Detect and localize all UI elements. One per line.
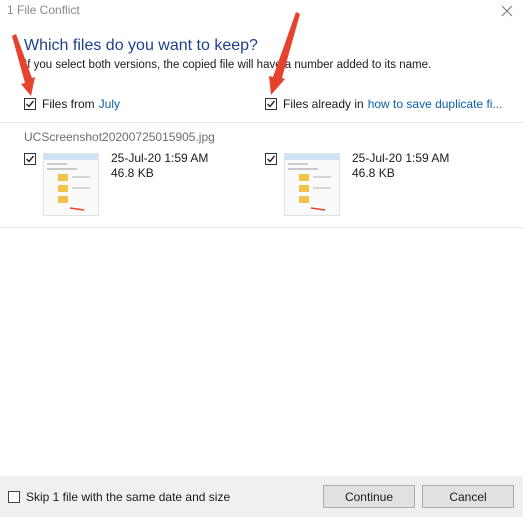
title-bar: 1 File Conflict: [0, 0, 523, 22]
left-column-checkbox[interactable]: [24, 98, 36, 110]
dialog-footer: Skip 1 file with the same date and size …: [0, 476, 523, 517]
annotation-arrow-icon: [12, 12, 300, 96]
right-column-location-link[interactable]: how to save duplicate fi...: [368, 97, 503, 111]
skip-checkbox[interactable]: [8, 491, 20, 503]
screenshot-thumbnail-icon: [285, 154, 339, 211]
left-file-checkbox[interactable]: [24, 153, 36, 165]
window-title: 1 File Conflict: [7, 3, 80, 17]
checkmark-icon: [267, 100, 276, 108]
checkmark-icon: [267, 155, 276, 163]
right-column-label: Files already in: [283, 97, 364, 111]
left-column-header: Files from July: [24, 97, 120, 111]
divider: [0, 227, 523, 228]
left-file-entry: 25-Jul-20 1:59 AM 46.8 KB: [24, 151, 208, 216]
file-name: UCScreenshot20200725015905.jpg: [24, 130, 215, 144]
right-file-checkbox[interactable]: [265, 153, 277, 165]
divider: [0, 122, 523, 123]
close-icon: [501, 5, 513, 17]
skip-label: Skip 1 file with the same date and size: [26, 490, 231, 504]
left-column-label: Files from: [42, 97, 95, 111]
cancel-button[interactable]: Cancel: [422, 485, 514, 508]
file-size: 46.8 KB: [352, 166, 395, 180]
dialog-subtext: If you select both versions, the copied …: [24, 59, 432, 71]
file-thumbnail[interactable]: [43, 153, 99, 216]
right-column-checkbox[interactable]: [265, 98, 277, 110]
file-thumbnail[interactable]: [284, 153, 340, 216]
file-size: 46.8 KB: [111, 166, 154, 180]
right-file-entry: 25-Jul-20 1:59 AM 46.8 KB: [265, 151, 449, 216]
right-file-meta: 25-Jul-20 1:59 AM 46.8 KB: [352, 151, 449, 216]
file-date: 25-Jul-20 1:59 AM: [352, 151, 450, 165]
skip-option: Skip 1 file with the same date and size: [8, 490, 230, 504]
left-column-location-link[interactable]: July: [99, 97, 120, 111]
file-date: 25-Jul-20 1:59 AM: [111, 151, 209, 165]
screenshot-thumbnail-icon: [44, 154, 98, 211]
left-file-meta: 25-Jul-20 1:59 AM 46.8 KB: [111, 151, 208, 216]
checkmark-icon: [26, 155, 35, 163]
right-column-header: Files already in how to save duplicate f…: [265, 97, 502, 111]
checkmark-icon: [26, 100, 35, 108]
dialog-heading: Which files do you want to keep?: [24, 37, 258, 54]
continue-button[interactable]: Continue: [323, 485, 415, 508]
close-button[interactable]: [497, 1, 517, 21]
